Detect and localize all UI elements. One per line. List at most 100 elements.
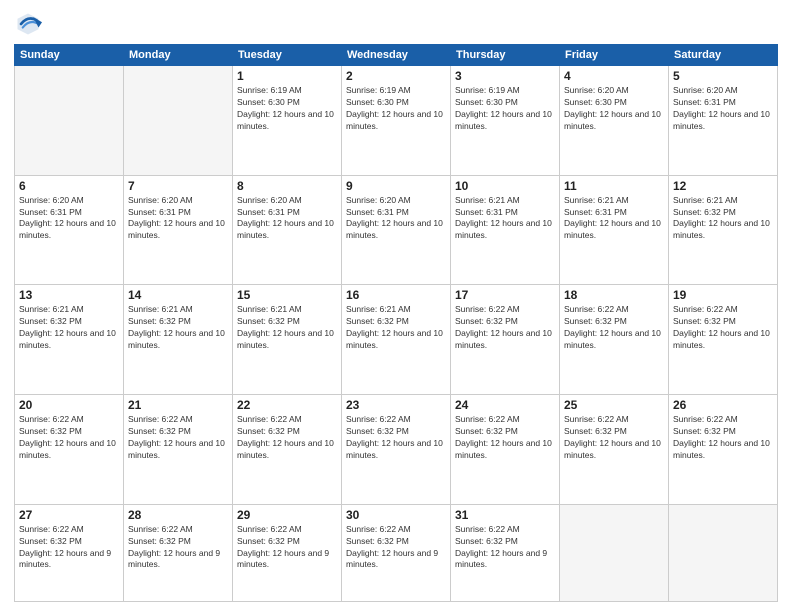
header — [14, 10, 778, 38]
col-header-sunday: Sunday — [15, 45, 124, 66]
day-number: 27 — [19, 508, 119, 522]
cell-info: Sunrise: 6:20 AMSunset: 6:31 PMDaylight:… — [128, 195, 228, 243]
cell-info: Sunrise: 6:22 AMSunset: 6:32 PMDaylight:… — [673, 414, 773, 462]
calendar-cell: 26 Sunrise: 6:22 AMSunset: 6:32 PMDayligh… — [669, 395, 778, 505]
calendar-cell: 14Sunrise: 6:21 AMSunset: 6:32 PMDayligh… — [124, 285, 233, 395]
cell-info: Sunrise: 6:21 AMSunset: 6:31 PMDaylight:… — [455, 195, 555, 243]
calendar-cell: 24 Sunrise: 6:22 AMSunset: 6:32 PMDayligh… — [451, 395, 560, 505]
calendar-cell — [124, 66, 233, 176]
cell-info: Sunrise: 6:22 AMSunset: 6:32 PMDaylight:… — [564, 304, 664, 352]
calendar-week-row: 27 Sunrise: 6:22 AMSunset: 6:32 PMDayligh… — [15, 504, 778, 601]
day-number: 1 — [237, 69, 337, 83]
day-number: 13 — [19, 288, 119, 302]
day-number: 8 — [237, 179, 337, 193]
calendar-cell: 27Sunrise: 6:22 AMSunset: 6:32 PMDayligh… — [15, 504, 124, 601]
calendar-cell: 13 Sunrise: 6:21 AMSunset: 6:32 PMDayligh… — [15, 285, 124, 395]
calendar-cell: 3Sunrise: 6:19 AMSunset: 6:30 PMDaylight… — [451, 66, 560, 176]
calendar-cell: 22Sunrise: 6:22 AMSunset: 6:32 PMDayligh… — [233, 395, 342, 505]
cell-info: Sunrise: 6:21 AMSunset: 6:32 PMDaylight:… — [128, 304, 228, 352]
cell-info: Sunrise: 6:20 AMSunset: 6:31 PMDaylight:… — [673, 85, 773, 133]
calendar-header-row: SundayMondayTuesdayWednesdayThursdayFrid… — [15, 45, 778, 66]
cell-info: Sunrise: 6:22 AMSunset: 6:32 PMDaylight:… — [19, 414, 119, 462]
day-number: 7 — [128, 179, 228, 193]
day-number: 26 — [673, 398, 773, 412]
day-number: 28 — [128, 508, 228, 522]
calendar-cell: 23Sunrise: 6:22 AMSunset: 6:32 PMDayligh… — [342, 395, 451, 505]
cell-info: Sunrise: 6:21 AMSunset: 6:32 PMDaylight:… — [19, 304, 119, 352]
day-number: 2 — [346, 69, 446, 83]
calendar-week-row: 20 Sunrise: 6:22 AMSunset: 6:32 PMDayligh… — [15, 395, 778, 505]
calendar-cell: 20 Sunrise: 6:22 AMSunset: 6:32 PMDayligh… — [15, 395, 124, 505]
calendar-cell: 15Sunrise: 6:21 AMSunset: 6:32 PMDayligh… — [233, 285, 342, 395]
cell-info: Sunrise: 6:22 AMSunset: 6:32 PMDaylight:… — [128, 524, 228, 572]
calendar-cell: 7 Sunrise: 6:20 AMSunset: 6:31 PMDaylight… — [124, 175, 233, 285]
calendar-cell: 18 Sunrise: 6:22 AMSunset: 6:32 PMDayligh… — [560, 285, 669, 395]
cell-info: Sunrise: 6:22 AMSunset: 6:32 PMDaylight:… — [455, 524, 555, 572]
calendar-cell: 31 Sunrise: 6:22 AMSunset: 6:32 PMDayligh… — [451, 504, 560, 601]
day-number: 22 — [237, 398, 337, 412]
calendar-cell: 29 Sunrise: 6:22 AMSunset: 6:32 PMDayligh… — [233, 504, 342, 601]
calendar-cell: 10 Sunrise: 6:21 AMSunset: 6:31 PMDayligh… — [451, 175, 560, 285]
cell-info: Sunrise: 6:20 AMSunset: 6:31 PMDaylight:… — [346, 195, 446, 243]
day-number: 12 — [673, 179, 773, 193]
day-number: 21 — [128, 398, 228, 412]
cell-info: Sunrise: 6:20 AMSunset: 6:31 PMDaylight:… — [237, 195, 337, 243]
day-number: 20 — [19, 398, 119, 412]
cell-info: Sunrise: 6:22 AMSunset: 6:32 PMDaylight:… — [346, 524, 446, 572]
calendar-week-row: 6 Sunrise: 6:20 AMSunset: 6:31 PMDaylight… — [15, 175, 778, 285]
cell-info: Sunrise: 6:22 AMSunset: 6:32 PMDaylight:… — [564, 414, 664, 462]
day-number: 9 — [346, 179, 446, 193]
day-number: 15 — [237, 288, 337, 302]
calendar-cell: 28 Sunrise: 6:22 AMSunset: 6:32 PMDayligh… — [124, 504, 233, 601]
day-number: 4 — [564, 69, 664, 83]
calendar-cell: 30 Sunrise: 6:22 AMSunset: 6:32 PMDayligh… — [342, 504, 451, 601]
cell-info: Sunrise: 6:22 AMSunset: 6:32 PMDaylight:… — [455, 414, 555, 462]
day-number: 16 — [346, 288, 446, 302]
logo-icon — [14, 10, 42, 38]
cell-info: Sunrise: 6:19 AMSunset: 6:30 PMDaylight:… — [346, 85, 446, 133]
cell-info: Sunrise: 6:20 AMSunset: 6:31 PMDaylight:… — [19, 195, 119, 243]
col-header-friday: Friday — [560, 45, 669, 66]
cell-info: Sunrise: 6:22 AMSunset: 6:32 PMDaylight:… — [455, 304, 555, 352]
calendar-cell: 1 Sunrise: 6:19 AMSunset: 6:30 PMDaylight… — [233, 66, 342, 176]
day-number: 31 — [455, 508, 555, 522]
calendar-cell: 25 Sunrise: 6:22 AMSunset: 6:32 PMDayligh… — [560, 395, 669, 505]
day-number: 17 — [455, 288, 555, 302]
col-header-monday: Monday — [124, 45, 233, 66]
calendar-week-row: 13 Sunrise: 6:21 AMSunset: 6:32 PMDayligh… — [15, 285, 778, 395]
col-header-saturday: Saturday — [669, 45, 778, 66]
calendar-cell: 19 Sunrise: 6:22 AMSunset: 6:32 PMDayligh… — [669, 285, 778, 395]
day-number: 10 — [455, 179, 555, 193]
cell-info: Sunrise: 6:22 AMSunset: 6:32 PMDaylight:… — [673, 304, 773, 352]
day-number: 30 — [346, 508, 446, 522]
calendar-cell: 16 Sunrise: 6:21 AMSunset: 6:32 PMDayligh… — [342, 285, 451, 395]
cell-info: Sunrise: 6:22 AMSunset: 6:32 PMDaylight:… — [346, 414, 446, 462]
calendar-cell: 9 Sunrise: 6:20 AMSunset: 6:31 PMDaylight… — [342, 175, 451, 285]
day-number: 19 — [673, 288, 773, 302]
calendar-cell: 21 Sunrise: 6:22 AMSunset: 6:32 PMDayligh… — [124, 395, 233, 505]
cell-info: Sunrise: 6:22 AMSunset: 6:32 PMDaylight:… — [128, 414, 228, 462]
calendar-cell: 12 Sunrise: 6:21 AMSunset: 6:32 PMDayligh… — [669, 175, 778, 285]
col-header-tuesday: Tuesday — [233, 45, 342, 66]
day-number: 11 — [564, 179, 664, 193]
calendar-cell: 8 Sunrise: 6:20 AMSunset: 6:31 PMDaylight… — [233, 175, 342, 285]
calendar-cell: 2 Sunrise: 6:19 AMSunset: 6:30 PMDaylight… — [342, 66, 451, 176]
cell-info: Sunrise: 6:21 AMSunset: 6:32 PMDaylight:… — [673, 195, 773, 243]
calendar-cell — [15, 66, 124, 176]
day-number: 6 — [19, 179, 119, 193]
cell-info: Sunrise: 6:20 AMSunset: 6:30 PMDaylight:… — [564, 85, 664, 133]
day-number: 29 — [237, 508, 337, 522]
day-number: 3 — [455, 69, 555, 83]
calendar-cell: 11Sunrise: 6:21 AMSunset: 6:31 PMDayligh… — [560, 175, 669, 285]
day-number: 18 — [564, 288, 664, 302]
col-header-wednesday: Wednesday — [342, 45, 451, 66]
calendar-week-row: 1 Sunrise: 6:19 AMSunset: 6:30 PMDaylight… — [15, 66, 778, 176]
day-number: 25 — [564, 398, 664, 412]
calendar: SundayMondayTuesdayWednesdayThursdayFrid… — [14, 44, 778, 602]
cell-info: Sunrise: 6:22 AMSunset: 6:32 PMDaylight:… — [237, 524, 337, 572]
calendar-cell: 17 Sunrise: 6:22 AMSunset: 6:32 PMDayligh… — [451, 285, 560, 395]
cell-info: Sunrise: 6:19 AMSunset: 6:30 PMDaylight:… — [237, 85, 337, 133]
calendar-cell: 4 Sunrise: 6:20 AMSunset: 6:30 PMDaylight… — [560, 66, 669, 176]
day-number: 24 — [455, 398, 555, 412]
cell-info: Sunrise: 6:21 AMSunset: 6:32 PMDaylight:… — [346, 304, 446, 352]
